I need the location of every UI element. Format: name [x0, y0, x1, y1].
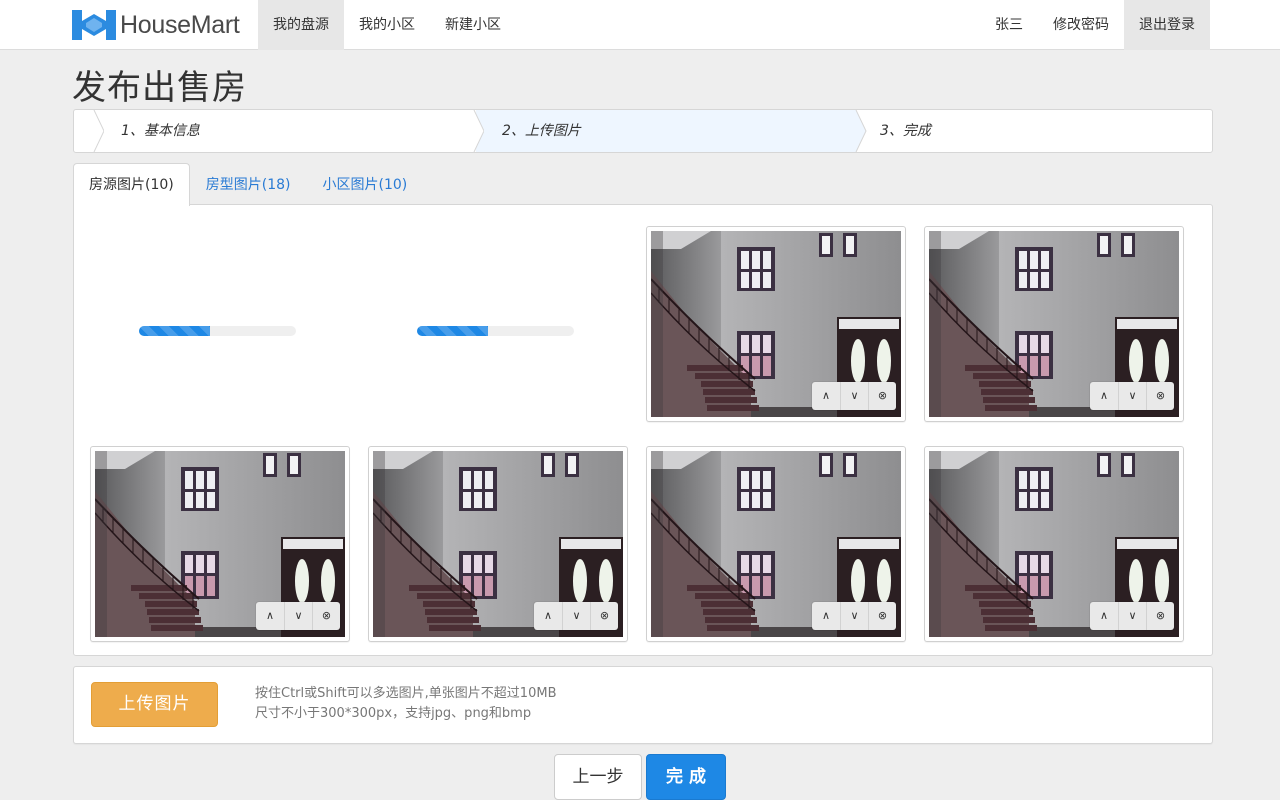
- photo-actions: ∧ ∨ ⊗: [256, 602, 340, 630]
- photo-actions: ∧ ∨ ⊗: [1090, 382, 1174, 410]
- uploading-item: [90, 226, 350, 422]
- photo-actions: ∧ ∨ ⊗: [812, 602, 896, 630]
- image-gallery: ∧ ∨ ⊗ ∧ ∨ ⊗ ∧ ∨ ⊗ ∧ ∨ ⊗ ∧ ∨ ⊗ ∧ ∨ ⊗: [73, 204, 1213, 656]
- move-down-icon[interactable]: ∨: [562, 602, 590, 630]
- photo-actions: ∧ ∨ ⊗: [1090, 602, 1174, 630]
- photo-actions: ∧ ∨ ⊗: [812, 382, 896, 410]
- image-category-tabs: 房源图片(10) 房型图片(18) 小区图片(10): [73, 163, 424, 206]
- move-up-icon[interactable]: ∧: [534, 602, 562, 630]
- move-up-icon[interactable]: ∧: [812, 602, 840, 630]
- nav-username[interactable]: 张三: [980, 0, 1038, 50]
- upload-hint-line: 按住Ctrl或Shift可以多选图片,单张图片不超过10MB: [255, 686, 557, 701]
- upload-hint-line: 尺寸不小于300*300px，支持jpg、png和bmp: [255, 706, 532, 721]
- finish-button[interactable]: 完成: [646, 754, 726, 800]
- move-down-icon[interactable]: ∨: [840, 602, 868, 630]
- upload-images-button[interactable]: 上传图片: [91, 682, 218, 727]
- page-title: 发布出售房: [72, 68, 247, 108]
- step-basic-info: 1、基本信息: [121, 123, 200, 139]
- uploading-item: [368, 226, 628, 422]
- main-nav: 我的盘源 我的小区 新建小区: [258, 0, 516, 50]
- move-down-icon[interactable]: ∨: [840, 382, 868, 410]
- remove-icon[interactable]: ⊗: [1146, 382, 1174, 410]
- nav-logout[interactable]: 退出登录: [1124, 0, 1210, 50]
- nav-my-listings[interactable]: 我的盘源: [258, 0, 344, 50]
- move-down-icon[interactable]: ∨: [1118, 382, 1146, 410]
- photo-thumbnail[interactable]: ∧ ∨ ⊗: [368, 446, 628, 642]
- previous-step-button[interactable]: 上一步: [554, 754, 642, 800]
- upload-hint: 按住Ctrl或Shift可以多选图片,单张图片不超过10MB 尺寸不小于300*…: [255, 684, 557, 724]
- housemart-logo-icon: [72, 10, 116, 40]
- remove-icon[interactable]: ⊗: [590, 602, 618, 630]
- brand[interactable]: HouseMart: [72, 9, 240, 41]
- move-up-icon[interactable]: ∧: [1090, 602, 1118, 630]
- nav-new-community[interactable]: 新建小区: [430, 0, 516, 50]
- upload-progress-bar: [139, 326, 296, 336]
- photo-thumbnail[interactable]: ∧ ∨ ⊗: [646, 446, 906, 642]
- move-down-icon[interactable]: ∨: [1118, 602, 1146, 630]
- photo-thumbnail[interactable]: ∧ ∨ ⊗: [924, 226, 1184, 422]
- step-chevron: [470, 110, 484, 152]
- upload-panel: 上传图片 按住Ctrl或Shift可以多选图片,单张图片不超过10MB 尺寸不小…: [73, 666, 1213, 744]
- move-up-icon[interactable]: ∧: [256, 602, 284, 630]
- upload-progress-fill: [417, 326, 488, 336]
- photo-thumbnail[interactable]: ∧ ∨ ⊗: [90, 446, 350, 642]
- upload-progress-bar: [417, 326, 574, 336]
- brand-name: HouseMart: [120, 10, 240, 39]
- remove-icon[interactable]: ⊗: [1146, 602, 1174, 630]
- photo-actions: ∧ ∨ ⊗: [534, 602, 618, 630]
- photo-thumbnail[interactable]: ∧ ∨ ⊗: [646, 226, 906, 422]
- upload-progress-fill: [139, 326, 210, 336]
- move-up-icon[interactable]: ∧: [1090, 382, 1118, 410]
- step-chevron: [854, 110, 868, 152]
- step-wizard: 1、基本信息 2、上传图片 3、完成: [73, 109, 1213, 153]
- step-upload-images: 2、上传图片: [476, 110, 856, 152]
- step-complete: 3、完成: [880, 123, 931, 139]
- nav-my-communities[interactable]: 我的小区: [344, 0, 430, 50]
- remove-icon[interactable]: ⊗: [312, 602, 340, 630]
- user-nav: 张三 修改密码 退出登录: [980, 0, 1210, 50]
- tab-community-images[interactable]: 小区图片(10): [307, 163, 424, 205]
- photo-thumbnail[interactable]: ∧ ∨ ⊗: [924, 446, 1184, 642]
- top-navbar: HouseMart 我的盘源 我的小区 新建小区 张三 修改密码 退出登录: [0, 0, 1280, 50]
- tab-listing-images[interactable]: 房源图片(10): [73, 163, 190, 206]
- move-up-icon[interactable]: ∧: [812, 382, 840, 410]
- tab-floorplan-images[interactable]: 房型图片(18): [190, 163, 307, 205]
- remove-icon[interactable]: ⊗: [868, 382, 896, 410]
- remove-icon[interactable]: ⊗: [868, 602, 896, 630]
- nav-change-password[interactable]: 修改密码: [1038, 0, 1124, 50]
- move-down-icon[interactable]: ∨: [284, 602, 312, 630]
